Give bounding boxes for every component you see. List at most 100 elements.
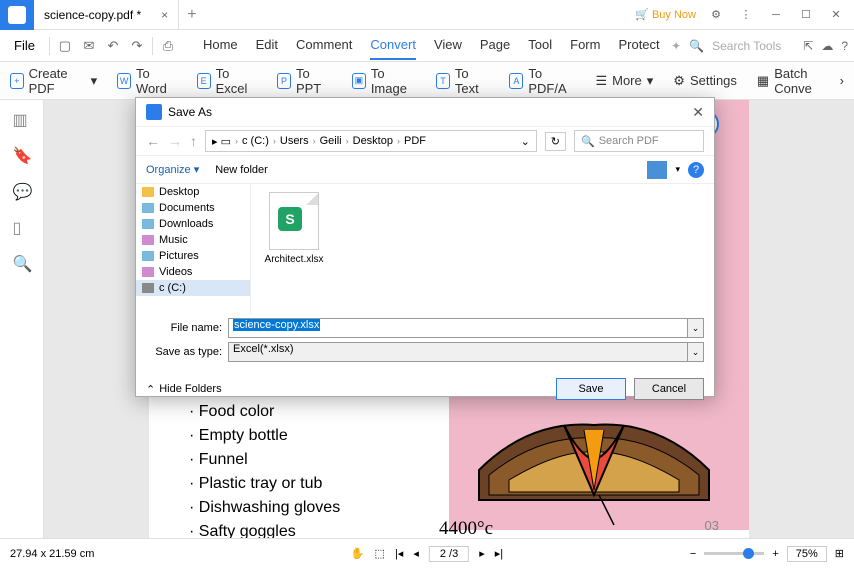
tab-home[interactable]: Home: [203, 31, 238, 60]
zoom-out-icon[interactable]: −: [690, 548, 696, 560]
app-logo: [0, 0, 34, 30]
save-icon[interactable]: ▢: [56, 37, 74, 55]
left-sidebar: ▥ 🔖 💬 ▯ 🔍: [0, 100, 44, 538]
nav-forward-icon[interactable]: →: [168, 133, 182, 149]
help-icon[interactable]: ?: [841, 39, 848, 53]
close-window-icon[interactable]: ✕: [826, 8, 846, 21]
temperature-text: 4400°c: [439, 518, 493, 538]
dialog-fields: File name: science-copy.xlsx ⌄ Save as t…: [136, 314, 714, 370]
dialog-nav: ← → ↑ ▸ ▭ ›c (C:) ›Users ›Geili ›Desktop…: [136, 126, 714, 156]
organize-button[interactable]: Organize ▾: [146, 163, 199, 176]
view-mode-button[interactable]: [647, 161, 667, 179]
volcano-illustration: [469, 410, 719, 538]
menu-tabs: Home Edit Comment Convert View Page Tool…: [203, 31, 660, 60]
tab-view[interactable]: View: [434, 31, 462, 60]
prev-page-icon[interactable]: ◂: [413, 547, 419, 560]
tree-music[interactable]: Music: [136, 232, 250, 248]
nav-up-icon[interactable]: ↑: [190, 133, 197, 149]
fit-page-icon[interactable]: ⊞: [835, 547, 844, 560]
tab-protect[interactable]: Protect: [618, 31, 659, 60]
next-page-icon[interactable]: ▸: [479, 547, 485, 560]
tab-convert[interactable]: Convert: [370, 31, 416, 60]
maximize-icon[interactable]: ☐: [796, 8, 816, 21]
to-pdfa-button[interactable]: ATo PDF/A: [509, 66, 575, 96]
file-architect[interactable]: S Architect.xlsx: [259, 192, 329, 306]
select-tool-icon[interactable]: ⬚: [375, 547, 385, 560]
tab-tool[interactable]: Tool: [528, 31, 552, 60]
close-tab-icon[interactable]: ×: [161, 8, 168, 22]
chevron-up-icon: ⌃: [146, 383, 155, 396]
page-indicator[interactable]: 2 /3: [429, 546, 469, 562]
view-dropdown-icon[interactable]: ▾: [675, 164, 680, 175]
attachment-icon[interactable]: ▯: [13, 218, 31, 236]
tab-edit[interactable]: Edit: [256, 31, 278, 60]
tree-documents[interactable]: Documents: [136, 200, 250, 216]
more-button[interactable]: ☰ More ▾: [595, 73, 653, 89]
breadcrumb-dropdown-icon[interactable]: ⌄: [521, 135, 530, 148]
minimize-icon[interactable]: ─: [766, 9, 786, 21]
to-text-button[interactable]: TTo Text: [436, 66, 489, 96]
tab-page[interactable]: Page: [480, 31, 510, 60]
new-folder-button[interactable]: New folder: [215, 164, 268, 176]
wand-icon[interactable]: ✦: [671, 39, 681, 53]
dialog-help-icon[interactable]: ?: [688, 162, 704, 178]
hide-folders-button[interactable]: ⌃ Hide Folders: [146, 383, 222, 396]
titlebar: science-copy.pdf * × + 🛒 Buy Now ⚙ ⋮ ─ ☐…: [0, 0, 854, 30]
last-page-icon[interactable]: ▸|: [495, 547, 503, 560]
dialog-titlebar: Save As ✕: [136, 98, 714, 126]
notify-icon[interactable]: ⋮: [736, 8, 756, 21]
undo-icon[interactable]: ↶: [104, 37, 122, 55]
cloud-icon[interactable]: ☁: [821, 39, 833, 53]
thumbnails-icon[interactable]: ▥: [13, 110, 31, 128]
share-icon[interactable]: ⇱: [803, 39, 813, 53]
refresh-icon[interactable]: ↻: [545, 132, 566, 151]
search-field[interactable]: 🔍 Search PDF: [574, 130, 704, 152]
to-excel-button[interactable]: ETo Excel: [197, 66, 257, 96]
tab-form[interactable]: Form: [570, 31, 600, 60]
search-icon: 🔍: [689, 39, 704, 53]
to-word-button[interactable]: WTo Word: [117, 66, 177, 96]
mail-icon[interactable]: ✉: [80, 37, 98, 55]
zoom-slider[interactable]: [704, 552, 764, 555]
breadcrumb[interactable]: ▸ ▭ ›c (C:) ›Users ›Geili ›Desktop ›PDF …: [205, 130, 537, 152]
filetype-select[interactable]: Excel(*.xlsx): [228, 342, 688, 362]
filename-dropdown-icon[interactable]: ⌄: [688, 318, 704, 338]
tree-downloads[interactable]: Downloads: [136, 216, 250, 232]
file-label: Architect.xlsx: [265, 254, 324, 265]
hand-tool-icon[interactable]: ✋: [351, 547, 365, 560]
first-page-icon[interactable]: |◂: [395, 547, 403, 560]
buy-now-link[interactable]: 🛒 Buy Now: [635, 8, 696, 21]
gift-icon[interactable]: ⚙: [706, 8, 726, 21]
add-tab-icon[interactable]: +: [179, 6, 204, 24]
tree-pictures[interactable]: Pictures: [136, 248, 250, 264]
search-panel-icon[interactable]: 🔍: [13, 254, 31, 272]
print-icon[interactable]: ⎙: [159, 37, 177, 55]
search-placeholder[interactable]: Search Tools: [712, 39, 781, 53]
filetype-dropdown-icon[interactable]: ⌄: [688, 342, 704, 362]
save-button[interactable]: Save: [556, 378, 626, 400]
zoom-value[interactable]: 75%: [787, 546, 827, 562]
tree-c-drive[interactable]: c (C:): [136, 280, 250, 296]
dialog-toolbar: Organize ▾ New folder ▾ ?: [136, 156, 714, 184]
to-ppt-button[interactable]: PTo PPT: [277, 66, 332, 96]
comment-icon[interactable]: 💬: [13, 182, 31, 200]
create-pdf-button[interactable]: +Create PDF ▾: [10, 66, 97, 96]
tab-comment[interactable]: Comment: [296, 31, 352, 60]
zoom-in-icon[interactable]: +: [772, 548, 778, 560]
search-icon: 🔍: [581, 135, 595, 148]
file-list[interactable]: S Architect.xlsx: [251, 184, 714, 314]
to-image-button[interactable]: ▣To Image: [352, 66, 416, 96]
nav-back-icon[interactable]: ←: [146, 133, 160, 149]
filetype-label: Save as type:: [146, 346, 228, 358]
settings-button[interactable]: ⚙ Settings: [673, 73, 737, 89]
filename-input[interactable]: science-copy.xlsx: [228, 318, 688, 338]
bookmark-icon[interactable]: 🔖: [13, 146, 31, 164]
dialog-close-icon[interactable]: ✕: [692, 104, 704, 121]
file-menu[interactable]: File: [6, 34, 43, 57]
tree-desktop[interactable]: Desktop: [136, 184, 250, 200]
batch-convert-button[interactable]: ▦ Batch Conve ›: [757, 66, 844, 96]
cancel-button[interactable]: Cancel: [634, 378, 704, 400]
tree-videos[interactable]: Videos: [136, 264, 250, 280]
redo-icon[interactable]: ↷: [128, 37, 146, 55]
document-tab[interactable]: science-copy.pdf * ×: [34, 0, 179, 30]
